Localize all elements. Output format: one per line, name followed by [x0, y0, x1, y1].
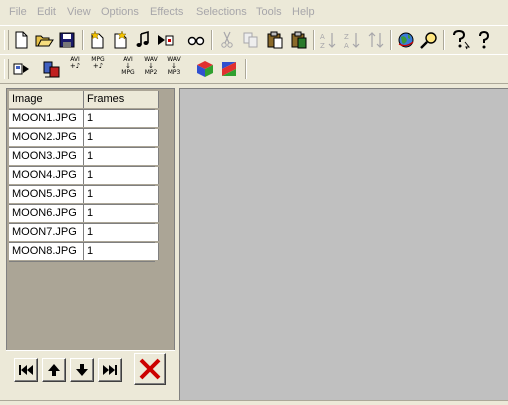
- cell-image[interactable]: MOON8.JPG: [9, 243, 84, 260]
- first-icon: [19, 365, 33, 375]
- cell-image[interactable]: MOON5.JPG: [9, 186, 84, 203]
- svg-text:Z: Z: [344, 33, 349, 41]
- toolbar-separator: [390, 30, 392, 50]
- bottom-edge: [0, 400, 508, 405]
- menu-view[interactable]: View: [67, 6, 91, 18]
- cell-frames[interactable]: 1: [84, 148, 159, 165]
- paste-special-icon[interactable]: [289, 30, 309, 50]
- toolbar-grip[interactable]: [4, 59, 9, 79]
- cell-frames[interactable]: 1: [84, 129, 159, 146]
- cell-frames[interactable]: 1: [84, 205, 159, 222]
- edit-frame-icon[interactable]: [41, 59, 61, 79]
- wav-to-mp3-button[interactable]: WAV ↓ MP3: [163, 57, 185, 81]
- globe-icon[interactable]: [396, 30, 416, 50]
- music-icon[interactable]: [133, 30, 153, 50]
- move-down-button[interactable]: [70, 358, 94, 382]
- move-last-button[interactable]: [98, 358, 122, 382]
- svg-text:A: A: [320, 33, 325, 41]
- menu-selections[interactable]: Selections: [196, 6, 247, 18]
- mp3-label: MP3: [167, 69, 181, 76]
- toolbar-separator: [82, 30, 84, 50]
- table-row[interactable]: MOON7.JPG 1: [9, 224, 159, 243]
- up-icon: [48, 364, 60, 376]
- menu-effects[interactable]: Effects: [150, 6, 183, 18]
- cell-image[interactable]: MOON6.JPG: [9, 205, 84, 222]
- help-icon[interactable]: [450, 30, 470, 50]
- menu-edit[interactable]: Edit: [37, 6, 56, 18]
- avi-to-mpg-button[interactable]: AVI ↓ MPG: [117, 57, 139, 81]
- effect-icon[interactable]: [219, 59, 239, 79]
- menu-help[interactable]: Help: [292, 6, 315, 18]
- svg-text:A: A: [344, 42, 349, 50]
- table-row[interactable]: MOON6.JPG 1: [9, 205, 159, 224]
- add-image-icon[interactable]: [87, 30, 107, 50]
- table-row[interactable]: MOON8.JPG 1: [9, 243, 159, 262]
- effects-toolbar: AVI +♪ MPG +♪ AVI ↓ MPG WAV ↓ MP2 WAV ↓ …: [0, 54, 508, 84]
- main-toolbar: AZ ZA: [0, 25, 508, 54]
- music-notes-icon: +♪: [92, 62, 104, 70]
- toolbar-grip[interactable]: [4, 30, 9, 50]
- import-icon[interactable]: [156, 30, 176, 50]
- table-row[interactable]: MOON4.JPG 1: [9, 167, 159, 186]
- mpg-label: MPG: [121, 69, 135, 76]
- music-notes-icon: +♪: [69, 62, 81, 70]
- save-icon[interactable]: [57, 30, 77, 50]
- table-row[interactable]: MOON5.JPG 1: [9, 186, 159, 205]
- cell-image[interactable]: MOON1.JPG: [9, 110, 84, 127]
- cut-icon[interactable]: [217, 30, 237, 50]
- add-frame-icon[interactable]: [110, 30, 130, 50]
- cell-frames[interactable]: 1: [84, 110, 159, 127]
- toolbar-separator: [211, 30, 213, 50]
- menu-options[interactable]: Options: [101, 6, 139, 18]
- copy-icon[interactable]: [241, 30, 261, 50]
- mp2-label: MP2: [144, 69, 158, 76]
- frame-table: Image Frames MOON1.JPG 1 MOON2.JPG 1 MOO…: [9, 91, 159, 262]
- column-header-frames[interactable]: Frames: [84, 91, 159, 108]
- cell-frames[interactable]: 1: [84, 243, 159, 260]
- preview-area[interactable]: [179, 88, 508, 401]
- paste-icon[interactable]: [265, 30, 285, 50]
- move-up-button[interactable]: [42, 358, 66, 382]
- frame-list-panel: Image Frames MOON1.JPG 1 MOON2.JPG 1 MOO…: [6, 88, 175, 352]
- transition-icon[interactable]: [195, 59, 215, 79]
- export-frames-icon[interactable]: [11, 59, 31, 79]
- menu-file[interactable]: File: [9, 6, 27, 18]
- table-row[interactable]: MOON1.JPG 1: [9, 110, 159, 129]
- svg-text:Z: Z: [320, 42, 325, 50]
- last-icon: [103, 365, 117, 375]
- down-icon: [76, 364, 88, 376]
- delete-icon: [139, 358, 161, 380]
- table-header: Image Frames: [9, 91, 159, 110]
- toolbar-separator: [443, 30, 445, 50]
- cell-image[interactable]: MOON4.JPG: [9, 167, 84, 184]
- menu-bar: File Edit View Options Effects Selection…: [0, 0, 508, 24]
- delete-button[interactable]: [134, 353, 166, 385]
- table-row[interactable]: MOON2.JPG 1: [9, 129, 159, 148]
- mpg-music-button[interactable]: MPG +♪: [87, 57, 109, 81]
- cell-image[interactable]: MOON7.JPG: [9, 224, 84, 241]
- cell-frames[interactable]: 1: [84, 186, 159, 203]
- column-header-image[interactable]: Image: [9, 91, 84, 108]
- table-row[interactable]: MOON3.JPG 1: [9, 148, 159, 167]
- preview-icon[interactable]: [186, 30, 206, 50]
- cell-frames[interactable]: 1: [84, 224, 159, 241]
- toolbar-separator: [245, 59, 247, 79]
- cell-image[interactable]: MOON2.JPG: [9, 129, 84, 146]
- new-icon[interactable]: [11, 30, 31, 50]
- menu-tools[interactable]: Tools: [256, 6, 282, 18]
- toolbar-separator: [313, 30, 315, 50]
- help-question-icon[interactable]: [474, 30, 494, 50]
- cell-frames[interactable]: 1: [84, 167, 159, 184]
- avi-music-button[interactable]: AVI +♪: [64, 57, 86, 81]
- sort-icon[interactable]: [366, 30, 386, 50]
- wav-to-mp2-button[interactable]: WAV ↓ MP2: [140, 57, 162, 81]
- sort-ascending-icon[interactable]: AZ: [318, 30, 338, 50]
- cell-image[interactable]: MOON3.JPG: [9, 148, 84, 165]
- zoom-icon[interactable]: [419, 30, 439, 50]
- open-icon[interactable]: [34, 30, 54, 50]
- move-first-button[interactable]: [14, 358, 38, 382]
- sort-descending-icon[interactable]: ZA: [342, 30, 362, 50]
